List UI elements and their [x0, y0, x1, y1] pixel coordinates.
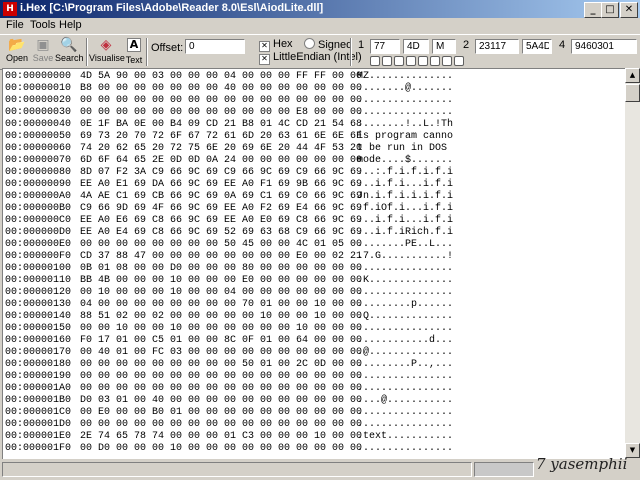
bit-toggle[interactable] — [454, 56, 464, 66]
bit-toggle[interactable] — [394, 56, 404, 66]
row-offset: 00:000001F0 — [5, 443, 72, 454]
bit-toggle[interactable] — [382, 56, 392, 66]
menu-file[interactable]: File — [6, 19, 24, 31]
floppy-disk-icon: ▣ — [36, 37, 50, 53]
text-icon: A — [127, 38, 141, 52]
word-hex-field[interactable] — [522, 39, 552, 54]
word-decimal-field[interactable] — [475, 39, 519, 54]
toolbar-separator — [146, 38, 148, 66]
byte-size-4-label: 4 — [559, 39, 566, 51]
dword-decimal-field[interactable] — [571, 39, 637, 54]
byte-hex-field[interactable] — [403, 39, 429, 54]
byte-decimal-field[interactable] — [370, 39, 400, 54]
bit-toggle[interactable] — [406, 56, 416, 66]
bit-toggle[interactable] — [430, 56, 440, 66]
status-panel-main — [2, 462, 472, 477]
folder-open-icon: 📂 — [8, 37, 26, 53]
signed-checkbox[interactable]: Signed — [304, 38, 352, 51]
byte-char-field[interactable] — [432, 39, 456, 54]
hex-checkbox[interactable]: ✕ Hex — [259, 38, 293, 52]
row-ascii[interactable]: ................ — [357, 442, 453, 455]
search-label: Search — [55, 53, 84, 63]
signed-radio-icon — [304, 38, 315, 49]
text-button[interactable]: A Text — [124, 37, 144, 65]
title-bar[interactable]: H i.Hex [C:\Program Files\Adobe\Reader 8… — [0, 0, 640, 18]
row-hex-bytes[interactable]: 00 D0 00 00 00 10 00 00 00 00 00 00 00 0… — [80, 442, 362, 455]
save-label: Save — [32, 53, 54, 63]
minimize-button[interactable]: _ — [584, 2, 602, 18]
close-button[interactable]: ✕ — [620, 2, 638, 18]
hex-view[interactable]: 00:00000000 4D 5A 90 00 03 00 00 00 04 00… — [2, 68, 626, 460]
littleendian-check-icon: ✕ — [259, 54, 270, 65]
app-icon[interactable]: H — [3, 2, 17, 16]
visualise-icon: ◈ — [100, 37, 112, 53]
toolbar-separator — [350, 38, 352, 66]
search-button[interactable]: 🔍 Search — [55, 37, 84, 63]
visualise-label: Visualise — [89, 53, 125, 63]
byte-size-2-label: 2 — [463, 39, 470, 51]
bit-toggle[interactable] — [442, 56, 452, 66]
scroll-up-button[interactable]: ▲ — [625, 68, 640, 83]
bit-toggle[interactable] — [370, 56, 380, 66]
window-title: i.Hex [C:\Program Files\Adobe\Reader 8.0… — [20, 2, 324, 14]
maximize-button[interactable]: □ — [601, 2, 619, 18]
menu-bar: File Tools Help — [0, 18, 640, 34]
menu-help[interactable]: Help — [59, 19, 82, 31]
bit-toggle[interactable] — [418, 56, 428, 66]
toolbar: 📂 Open ▣ Save 🔍 Search ◈ Visualise A Tex… — [0, 34, 640, 70]
text-label: Text — [125, 55, 143, 65]
offset-label: Offset: — [151, 42, 184, 54]
menu-tools[interactable]: Tools — [30, 19, 56, 31]
magnifier-icon: 🔍 — [60, 37, 78, 53]
scroll-thumb[interactable] — [625, 84, 640, 102]
offset-input[interactable] — [185, 39, 245, 54]
open-button[interactable]: 📂 Open — [4, 37, 30, 63]
byte-size-1-label: 1 — [358, 39, 365, 51]
save-button[interactable]: ▣ Save — [31, 37, 55, 63]
vertical-scrollbar[interactable]: ▲ ▼ — [625, 68, 640, 458]
status-progress — [474, 462, 534, 477]
toolbar-separator — [86, 38, 88, 66]
watermark-signature: 7 yasemphii — [536, 455, 628, 473]
visualise-button[interactable]: ◈ Visualise — [89, 37, 125, 63]
open-label: Open — [5, 53, 29, 63]
littleendian-checkbox[interactable]: ✕ LittleEndian (Intel) — [259, 51, 362, 65]
